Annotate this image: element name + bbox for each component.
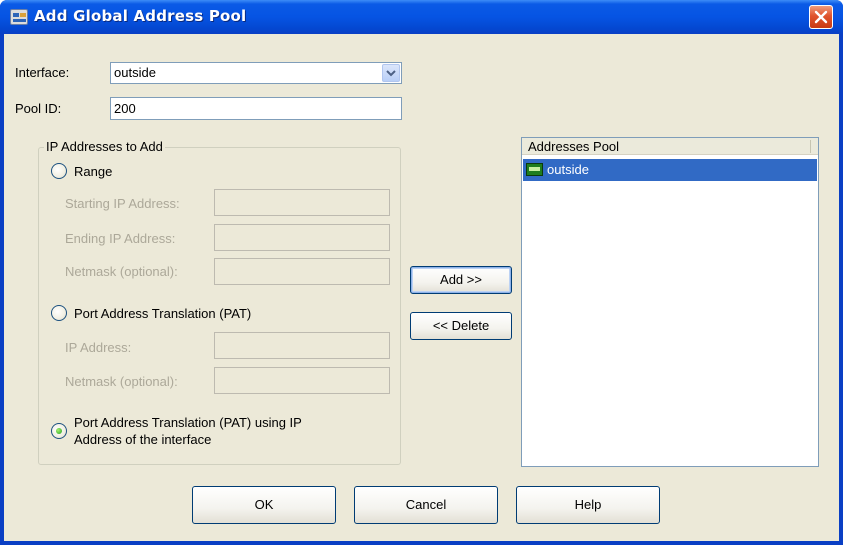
ok-button[interactable]: OK (192, 486, 336, 524)
group-title: IP Addresses to Add (44, 139, 165, 154)
pool-id-value: 200 (114, 101, 136, 116)
pat-ip-label: IP Address: (65, 340, 132, 355)
pat-interface-label-line2[interactable]: Address of the interface (74, 432, 211, 447)
range-radio[interactable] (51, 163, 67, 179)
pool-id-input[interactable]: 200 (110, 97, 402, 120)
list-header-label: Addresses Pool (528, 139, 620, 154)
cancel-button[interactable]: Cancel (354, 486, 498, 524)
pat-radio[interactable] (51, 305, 67, 321)
delete-button[interactable]: << Delete (410, 312, 512, 340)
range-netmask-label: Netmask (optional): (65, 264, 178, 279)
chevron-down-icon (386, 70, 396, 77)
pat-netmask-input[interactable] (214, 367, 390, 394)
interface-icon (526, 163, 543, 176)
ending-ip-label: Ending IP Address: (65, 231, 176, 246)
range-netmask-input[interactable] (214, 258, 390, 285)
list-header[interactable]: Addresses Pool (522, 138, 818, 155)
list-item[interactable]: outside (523, 159, 817, 181)
title-bar[interactable]: Add Global Address Pool (0, 0, 843, 34)
ending-ip-input[interactable] (214, 224, 390, 251)
pool-id-label: Pool ID: (15, 101, 62, 116)
dialog-body: Interface: outside Pool ID: 200 IP Addre… (4, 34, 839, 541)
pat-ip-input[interactable] (214, 332, 390, 359)
range-label[interactable]: Range (74, 164, 112, 179)
close-icon (814, 10, 828, 24)
starting-ip-label: Starting IP Address: (65, 196, 180, 211)
window-title: Add Global Address Pool (34, 7, 247, 25)
starting-ip-input[interactable] (214, 189, 390, 216)
pat-interface-label-line1[interactable]: Port Address Translation (PAT) using IP (74, 415, 302, 430)
dropdown-button[interactable] (382, 64, 400, 82)
close-button[interactable] (809, 5, 833, 29)
column-separator[interactable] (810, 140, 811, 153)
interface-label: Interface: (15, 65, 70, 80)
add-button[interactable]: Add >> (410, 266, 512, 294)
list-item-label: outside (547, 162, 589, 177)
app-icon (10, 9, 28, 25)
dialog-window: Add Global Address Pool Interface: outsi… (0, 0, 843, 545)
interface-combo[interactable]: outside (110, 62, 402, 84)
pat-interface-radio[interactable] (51, 423, 67, 439)
help-button[interactable]: Help (516, 486, 660, 524)
addresses-pool-list[interactable]: Addresses Pool outside (521, 137, 819, 467)
pat-netmask-label: Netmask (optional): (65, 374, 178, 389)
pat-label[interactable]: Port Address Translation (PAT) (74, 306, 251, 321)
interface-value: outside (114, 65, 156, 80)
